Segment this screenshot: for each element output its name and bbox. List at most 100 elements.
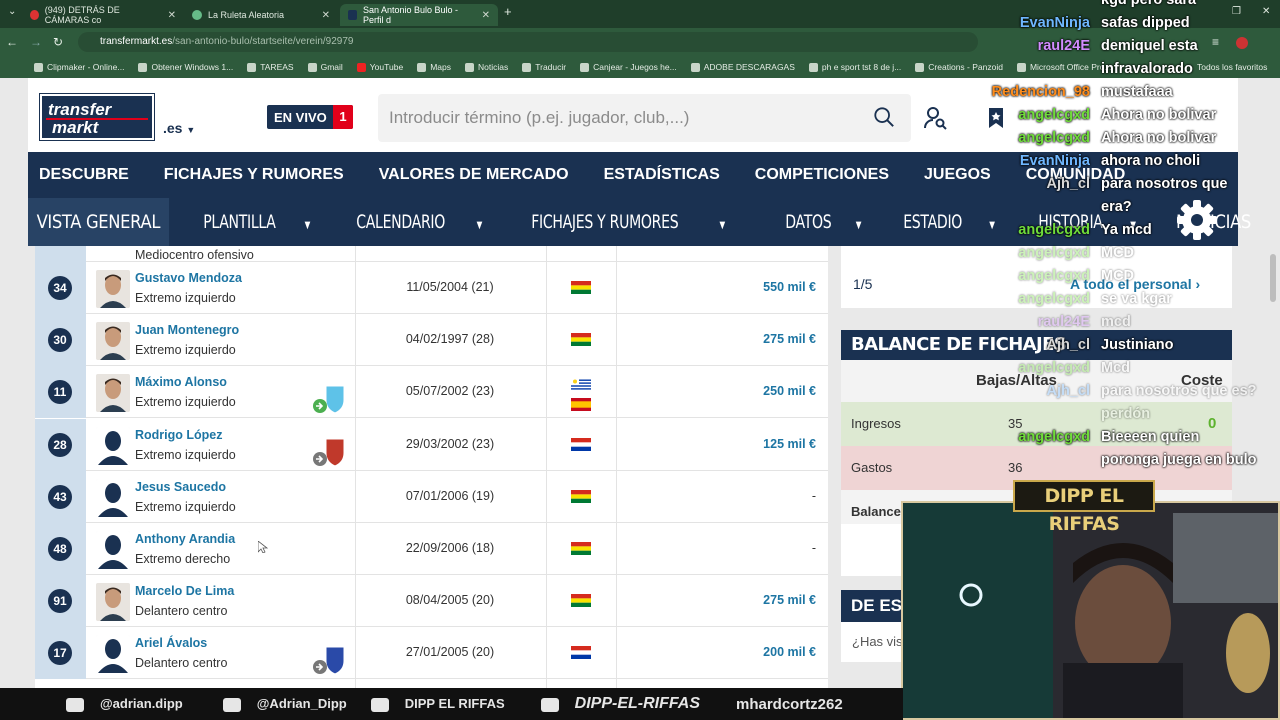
instagram-icon (66, 697, 84, 712)
table-row[interactable]: 48 Anthony Arandia Extremo derecho 22/09/20… (35, 523, 828, 575)
bookmark-icon[interactable] (984, 106, 1008, 130)
bookmark-item[interactable]: TAREAS (247, 62, 294, 72)
profile-icon[interactable] (1236, 37, 1248, 49)
player-photo[interactable] (96, 374, 130, 413)
tab-plantilla[interactable]: PLANTILLA ▼ (192, 211, 324, 233)
bookmark-item[interactable]: YouTube (356, 62, 404, 72)
close-icon[interactable]: ✕ (168, 10, 176, 21)
bookmark-icon (580, 62, 590, 72)
player-photo[interactable] (96, 583, 130, 622)
staff-photo-strip (841, 246, 1232, 260)
player-position: Delantero centro (135, 604, 228, 619)
player-photo[interactable] (96, 426, 130, 465)
tab-fichajes-rumores[interactable]: FICHAJES Y RUMORES ▼ (520, 211, 739, 233)
player-name-link[interactable]: Rodrigo López (135, 428, 223, 442)
market-value-link[interactable]: 275 mil € (763, 593, 816, 607)
number-cell: 43 (35, 470, 86, 523)
bookmark-item[interactable]: Gmail (307, 62, 343, 72)
bookmark-item[interactable]: Microsoft Office Pro... (1016, 62, 1112, 72)
folder-icon (247, 62, 257, 72)
close-window-icon[interactable]: ✕ (1262, 6, 1270, 17)
bookmark-item[interactable]: Creations - Panzoid (915, 62, 1003, 72)
office-icon (1016, 62, 1026, 72)
table-row[interactable]: 91 Marcelo De Lima Delantero centro 08/04/2… (35, 575, 828, 628)
forward-icon[interactable]: → (30, 35, 42, 49)
player-photo[interactable] (96, 531, 130, 569)
all-bookmarks[interactable]: Todos los favoritos (1197, 62, 1267, 72)
browser-tab-bar: (949) DETRÁS DE CÁMARAS co ✕ La Ruleta A… (0, 0, 1280, 28)
transfer-badge-icon (313, 385, 345, 414)
close-icon[interactable]: ✕ (322, 10, 330, 21)
player-photo[interactable] (96, 635, 130, 674)
table-row[interactable]: 28 Rodrigo López Extremo izquierdo 29/03/20… (35, 418, 828, 471)
player-name-link[interactable]: Gustavo Mendoza (135, 271, 242, 285)
market-value-link[interactable]: 125 mil € (763, 437, 816, 451)
nav-item-juegos[interactable]: JUEGOS (913, 166, 1002, 184)
player-name-link[interactable]: Anthony Arandia (135, 532, 235, 546)
reload-icon[interactable]: ↻ (53, 35, 63, 49)
player-photo[interactable] (96, 270, 130, 308)
player-photo[interactable] (96, 322, 130, 361)
table-row[interactable]: 43 Jesus Saucedo Extremo izquierdo 07/01/20… (35, 470, 828, 523)
market-value-link[interactable]: 250 mil € (763, 384, 816, 398)
nav-item-estadisticas[interactable]: ESTADÍSTICAS (593, 166, 731, 184)
all-staff-link[interactable]: A todo el personal › (1070, 260, 1200, 308)
tab-datos[interactable]: DATOS ▼ (774, 211, 875, 233)
tab-calendario[interactable]: CALENDARIO ▼ (345, 211, 496, 233)
transfermarkt-logo[interactable]: transfer markt (39, 93, 155, 141)
table-row[interactable]: 17 Ariel Ávalos Delantero centro 27/01/2005… (35, 627, 828, 680)
country-selector[interactable]: .es ▼ (163, 120, 195, 136)
nav-item-descubre[interactable]: DESCUBRE (28, 166, 140, 184)
bookmark-item[interactable]: Traducir (522, 62, 566, 72)
table-row[interactable]: 34 Gustavo Mendoza Extremo izquierdo 11/05/… (35, 262, 828, 314)
market-value-link[interactable]: 200 mil € (763, 645, 816, 659)
bookmark-item[interactable]: Noticias (465, 62, 508, 72)
market-value-link[interactable]: 275 mil € (763, 332, 816, 346)
nav-item-competiciones[interactable]: COMPETICIONES (744, 166, 900, 184)
restore-icon[interactable]: ❐ (1232, 6, 1241, 17)
bookmark-item[interactable]: Canjear - Juegos he... (580, 62, 677, 72)
player-name-link[interactable]: Marcelo De Lima (135, 584, 234, 598)
browser-tab-active[interactable]: San Antonio Bulo Bulo - Perfil d ✕ (340, 4, 498, 26)
tab-vista-general[interactable]: VISTA GENERAL (28, 198, 169, 246)
nav-item-fichajes[interactable]: FICHAJES Y RUMORES (153, 166, 355, 184)
table-row[interactable]: Mediocentro ofensivo (35, 246, 828, 262)
browser-tab[interactable]: La Ruleta Aleatoria ✕ (184, 4, 338, 26)
new-tab-button[interactable]: + (504, 4, 512, 19)
bookmark-item[interactable]: Obtener Windows 1... (138, 62, 233, 72)
browser-tab[interactable]: (949) DETRÁS DE CÁMARAS co ✕ (22, 4, 184, 26)
flag-bol-icon (571, 594, 591, 608)
close-icon[interactable]: ✕ (482, 10, 490, 21)
bookmark-item[interactable]: ADOBE DESCARAGAS (690, 62, 795, 72)
live-button[interactable]: EN VIVO 1 (267, 105, 353, 129)
player-name-link[interactable]: Juan Montenegro (135, 323, 239, 337)
player-name-link[interactable]: Ariel Ávalos (135, 636, 207, 650)
bookmark-label: YouTube (369, 62, 404, 72)
nav-item-comunidad[interactable]: COMUNIDAD (1015, 166, 1137, 184)
search-icon[interactable] (873, 106, 895, 128)
player-name-link[interactable]: Máximo Alonso (135, 375, 227, 389)
tab-historia[interactable]: HISTORIA ▼ (1027, 211, 1149, 233)
search-input[interactable]: Introducir término (p.ej. jugador, club,… (378, 94, 911, 142)
bookmark-item[interactable]: Maps (417, 62, 451, 72)
menu-icon[interactable]: ≡ (1212, 35, 1219, 49)
player-name-link[interactable]: Jesus Saucedo (135, 480, 226, 494)
row-cost: 0 (1208, 415, 1217, 432)
table-row[interactable]: 30 Juan Montenegro Extremo izquierdo 04/02/… (35, 314, 828, 367)
tab-estadio[interactable]: ESTADIO ▼ (892, 211, 1008, 233)
shirt-number: 48 (48, 537, 72, 561)
bookmark-item[interactable]: Clipmaker - Online... (34, 62, 124, 72)
birth-date: 11/05/2004 (21) (406, 280, 494, 294)
scrollbar-thumb[interactable] (1270, 254, 1276, 302)
bookmark-item[interactable]: ph e sport tst 8 de j... (808, 62, 901, 72)
tab-list-icon[interactable]: ⌄ (8, 6, 16, 17)
nav-item-valores[interactable]: VALORES DE MERCADO (368, 166, 580, 184)
back-icon[interactable]: ← (6, 35, 18, 49)
player-photo[interactable] (96, 478, 130, 517)
bookmark-icon (915, 62, 925, 72)
shirt-number: 17 (48, 641, 72, 666)
user-search-icon[interactable] (924, 106, 948, 130)
market-value-link[interactable]: 550 mil € (763, 280, 816, 294)
url-field[interactable]: transfermarkt.es/san-antonio-bulo/starts… (78, 32, 978, 52)
table-row[interactable]: 11 Máximo Alonso Extremo izquierdo 05/07/20… (35, 366, 828, 419)
